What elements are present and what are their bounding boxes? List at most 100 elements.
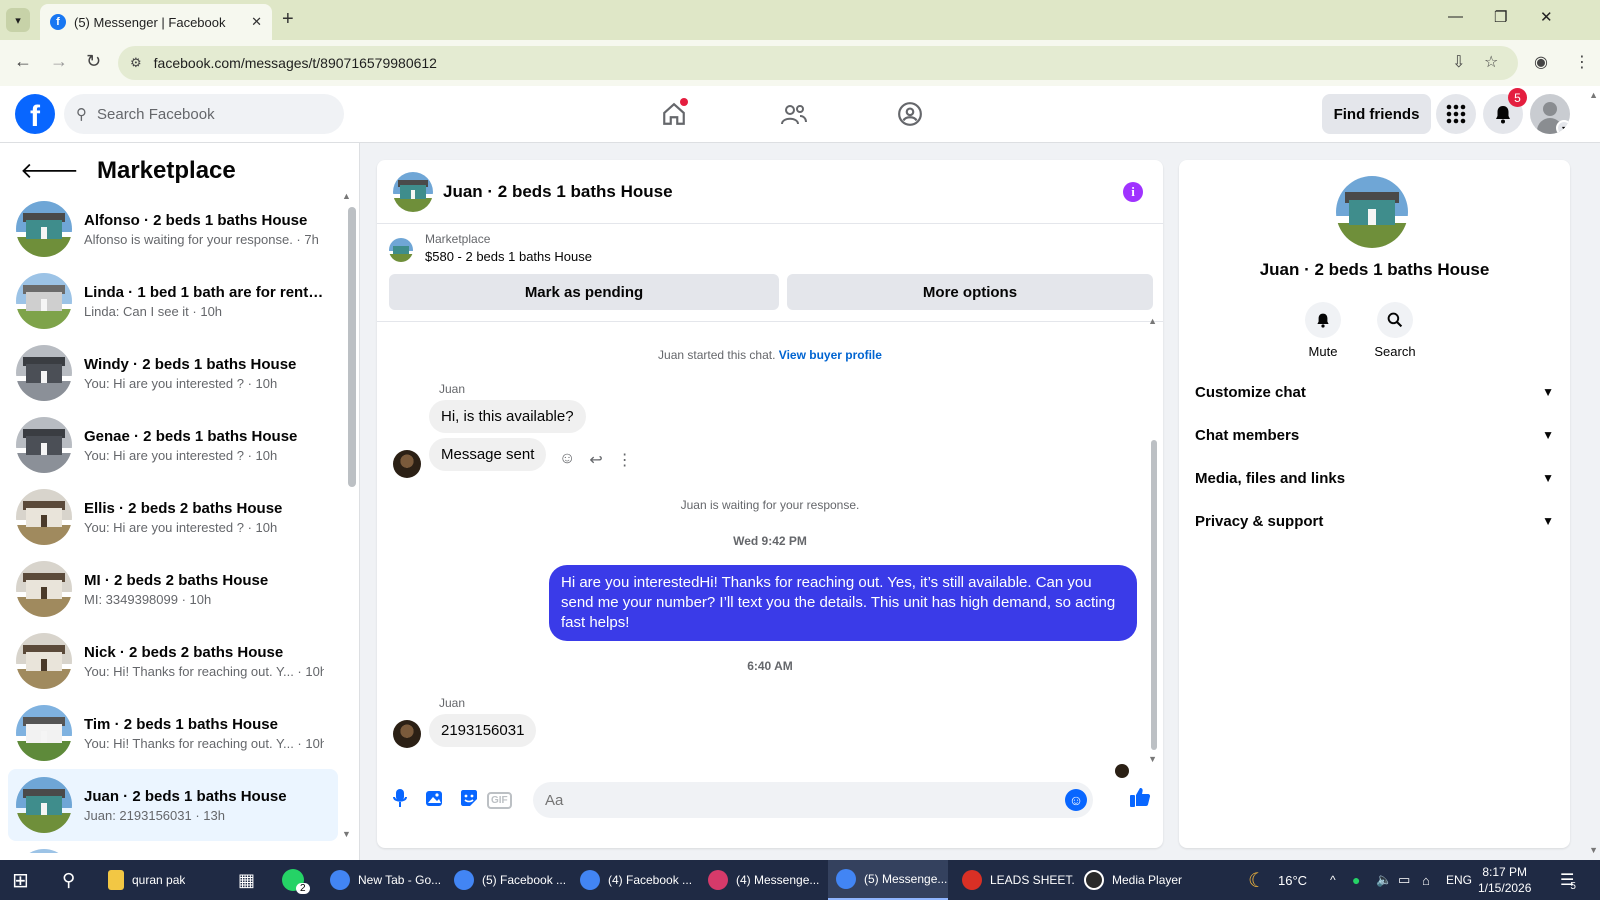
browser-menu-icon[interactable]: ⋮ [1574,52,1590,72]
taskbar-app-facebook-4[interactable]: (4) Facebook ... [572,860,692,900]
page-scroll-down-arrow[interactable]: ▼ [1589,845,1598,855]
conversation-item-mi[interactable]: MI · 2 beds 2 baths House MI: 3349398099 … [8,553,338,625]
show-hidden-icons-chevron[interactable]: ^ [1330,860,1336,900]
chat-members-section[interactable]: Chat members ▼ [1195,415,1554,455]
conversation-item-genae[interactable]: Genae · 2 beds 1 baths House You: Hi are … [8,409,338,481]
outgoing-message[interactable]: Hi are you interestedHi! Thanks for reac… [549,565,1137,641]
conversation-item-windy[interactable]: Windy · 2 beds 1 baths House You: Hi are … [8,337,338,409]
volume-icon[interactable]: 🔈 [1376,860,1392,900]
media-files-links-section[interactable]: Media, files and links ▼ [1195,458,1554,498]
battery-icon[interactable]: ▭ [1398,860,1410,900]
tab-search-dropdown[interactable]: ▾ [6,8,30,32]
back-arrow-icon[interactable]: 🡐 [20,158,79,184]
install-app-icon[interactable]: ⇩ [1452,52,1465,72]
new-tab-button[interactable]: + [282,8,294,31]
sidebar-scrollbar[interactable] [348,207,356,487]
conversation-preview: You: Hi are you interested ? · 10h [84,447,278,463]
conversation-item-ellis[interactable]: Ellis · 2 beds 2 baths House You: Hi are … [8,481,338,553]
friends-nav-icon[interactable] [774,96,814,132]
chat-scroll-up-arrow[interactable]: ▲ [1148,316,1157,326]
forward-icon[interactable]: → [50,51,68,72]
find-friends-button[interactable]: Find friends [1322,94,1431,134]
sidebar-scroll-up-arrow[interactable]: ▲ [342,191,351,201]
reload-icon[interactable]: ↻ [86,51,101,72]
address-bar[interactable]: ⚙ facebook.com/messages/t/89071657998061… [118,46,1518,80]
menu-grid-icon[interactable] [1436,94,1476,134]
whatsapp-icon[interactable]: 2 [282,860,318,900]
incoming-message[interactable]: Hi, is this available? [429,400,586,433]
customize-chat-section[interactable]: Customize chat ▼ [1195,372,1554,412]
taskbar-app-media-player[interactable]: Media Player [1076,860,1196,900]
tab-close-icon[interactable]: ✕ [251,14,262,30]
profile-icon[interactable]: ◉ [1534,52,1548,72]
chat-scrollbar[interactable] [1151,440,1157,750]
account-avatar[interactable]: ▾ [1530,94,1570,134]
taskbar-app-facebook-5[interactable]: (5) Facebook ... [446,860,566,900]
search-action[interactable]: Search [1365,302,1425,359]
incoming-message[interactable]: Message sent [429,438,547,471]
network-icon[interactable]: ⌂ [1422,860,1430,900]
taskbar-app-messenger-5[interactable]: (5) Messenge... [828,860,948,900]
microphone-icon[interactable] [393,788,407,813]
taskbar-app-messenger-4[interactable]: (4) Messenge... [700,860,820,900]
language-indicator[interactable]: ENG [1446,860,1472,900]
home-nav-icon[interactable] [654,96,694,132]
whatsapp-tray-icon[interactable]: ● [1352,860,1360,900]
incoming-message[interactable]: 2193156031 [429,714,537,747]
calculator-icon[interactable]: ▦ [238,860,255,900]
bell-icon[interactable] [1305,302,1341,338]
windows-start-icon[interactable]: ⊞ [12,860,29,900]
conversation-item-alfonso[interactable]: Alfonso · 2 beds 1 baths House Alfonso is… [8,193,338,265]
system-clock[interactable]: 8:17 PM 1/15/2026 [1478,864,1531,896]
facebook-search-box[interactable]: ⚲ Search Facebook [64,94,344,134]
conversation-item-partial[interactable] [8,841,338,853]
chat-scroll-down-arrow[interactable]: ▼ [1148,754,1157,764]
back-icon[interactable]: ← [14,51,32,72]
temperature[interactable]: 16°C [1278,860,1307,900]
photo-attach-icon[interactable] [425,788,445,813]
taskbar-app-leads-sheet[interactable]: LEADS SHEET... [954,860,1074,900]
groups-nav-icon[interactable] [890,96,930,132]
minimize-button[interactable]: — [1448,8,1463,25]
search-icon[interactable]: ⚲ [62,860,75,900]
weather-moon-icon[interactable]: ☾ [1248,860,1266,900]
more-options-button[interactable]: More options [787,274,1153,310]
more-vertical-icon[interactable]: ⋮ [617,450,633,470]
page-scroll-up-arrow[interactable]: ▲ [1589,90,1598,100]
search-icon[interactable] [1377,302,1413,338]
browser-tab-active[interactable]: f (5) Messenger | Facebook ✕ [40,4,272,40]
message-actions: ☺ ↩ ⋮ [559,450,633,470]
emoji-icon[interactable]: ☺ [1065,789,1087,811]
thumbs-up-icon[interactable] [1129,786,1151,814]
conversation-item-linda[interactable]: Linda · 1 bed 1 bath are for rent ... Lin… [8,265,338,337]
listing-large-avatar[interactable] [1336,176,1408,248]
sidebar-scroll-down-arrow[interactable]: ▼ [342,829,351,839]
taskbar-app-quran-pak[interactable]: quran pak [100,860,220,900]
restore-button[interactable]: ❐ [1494,8,1507,26]
chat-title[interactable]: Juan · 2 beds 1 baths House [443,182,673,202]
listing-summary[interactable]: Marketplace $580 - 2 beds 1 baths House [389,232,592,264]
bookmark-star-icon[interactable]: ☆ [1484,52,1498,72]
react-emoji-icon[interactable]: ☺ [559,450,575,470]
info-icon[interactable]: i [1123,182,1143,202]
conversation-item-juan[interactable]: Juan · 2 beds 1 baths House Juan: 2193156… [8,769,338,841]
conversation-item-nick[interactable]: Nick · 2 beds 2 baths House You: Hi! Than… [8,625,338,697]
mark-as-pending-button[interactable]: Mark as pending [389,274,779,310]
message-input[interactable] [533,782,1093,818]
sticker-icon[interactable] [459,788,479,813]
chat-house-avatar[interactable] [393,171,433,212]
notification-center-icon[interactable]: ☰ 5 [1560,860,1580,900]
close-window-button[interactable]: ✕ [1540,8,1553,26]
facebook-logo-icon[interactable]: f [15,94,55,134]
privacy-support-section[interactable]: Privacy & support ▼ [1195,501,1554,541]
mute-action[interactable]: Mute [1293,302,1353,359]
view-buyer-profile-link[interactable]: View buyer profile [779,348,882,362]
gif-icon[interactable]: GIF [487,792,512,809]
sender-avatar[interactable] [393,720,421,748]
reply-icon[interactable]: ↩ [589,450,602,470]
conversation-item-tim[interactable]: Tim · 2 beds 1 baths House You: Hi! Thank… [8,697,338,769]
taskbar-app-new-tab[interactable]: New Tab - Go... [322,860,442,900]
site-info-icon[interactable]: ⚙ [130,55,142,71]
notifications-bell-icon[interactable]: 5 [1483,88,1527,134]
sender-avatar[interactable] [393,450,421,478]
